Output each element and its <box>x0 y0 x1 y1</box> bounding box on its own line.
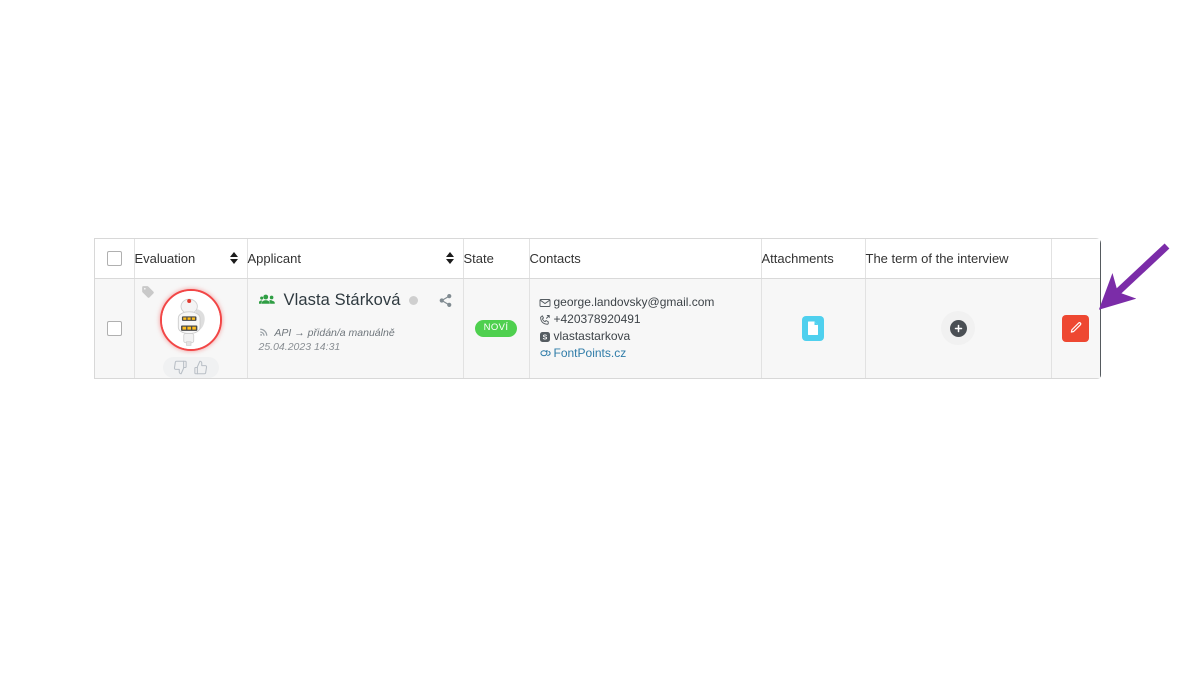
header-select-all <box>95 239 135 279</box>
header-term-label: The term of the interview <box>865 250 1009 266</box>
row-state-cell: NOVÍ <box>463 278 530 378</box>
applicant-source: API → přidán/a manuálně <box>274 326 395 339</box>
screen: Evaluation Applicant State Contacts Atta… <box>0 0 1200 678</box>
status-badge[interactable]: NOVÍ <box>474 320 518 337</box>
header-contacts-label: Contacts <box>529 250 581 266</box>
row-term-cell <box>865 278 1052 378</box>
svg-text:S: S <box>542 334 547 341</box>
header-row: Evaluation Applicant State Contacts Atta… <box>95 239 1100 279</box>
header-evaluation[interactable]: Evaluation <box>134 239 248 279</box>
mail-icon <box>539 297 554 309</box>
applicant-meta: API → přidán/a manuálně 25.04.2023 14:31 <box>259 326 453 354</box>
row-contacts-cell: george.landovsky@gmail.com +420378920491 <box>529 278 762 378</box>
row-attachments-cell <box>761 278 866 378</box>
edit-button[interactable] <box>1062 314 1090 342</box>
robot-avatar-image <box>161 290 220 349</box>
contact-phone-text[interactable]: +420378920491 <box>554 311 641 328</box>
applicant-date: 25.04.2023 14:31 <box>258 340 341 353</box>
contact-website-link[interactable]: FontPoints.cz <box>554 345 627 362</box>
thumbs-down-icon[interactable] <box>173 360 188 375</box>
header-applicant[interactable]: Applicant <box>247 239 464 279</box>
row-actions-cell <box>1051 278 1100 378</box>
row-select-cell <box>95 278 135 378</box>
skype-icon: S <box>539 331 554 343</box>
sort-evaluation-icon[interactable] <box>229 252 239 265</box>
file-icon[interactable] <box>802 315 824 341</box>
tag-icon[interactable] <box>141 285 155 301</box>
plus-icon <box>949 319 967 337</box>
header-state: State <box>463 239 530 279</box>
add-interview-term-button[interactable] <box>941 311 975 346</box>
select-all-checkbox[interactable] <box>106 251 122 267</box>
applicants-table: Evaluation Applicant State Contacts Atta… <box>94 238 1101 379</box>
rss-icon <box>259 327 272 339</box>
avatar[interactable] <box>159 288 222 351</box>
header-actions <box>1051 239 1100 279</box>
thumbs-up-icon[interactable] <box>193 360 208 375</box>
phone-icon <box>539 314 554 326</box>
status-dot <box>408 295 418 305</box>
applicant-name[interactable]: Vlasta Stárková <box>284 291 401 310</box>
applicant-source-line: API → přidán/a manuálně <box>259 326 453 340</box>
contact-skype: S vlastastarkova <box>539 328 751 345</box>
chat-icon <box>539 347 554 360</box>
contact-email: george.landovsky@gmail.com <box>539 294 751 311</box>
sort-applicant-icon[interactable] <box>445 252 455 265</box>
table-row: Vlasta Stárková API → přidán/a manuálně … <box>95 278 1100 378</box>
row-applicant-cell: Vlasta Stárková API → přidán/a manuálně … <box>247 278 464 378</box>
contact-skype-text[interactable]: vlastastarkova <box>554 328 631 345</box>
contact-website: FontPoints.cz <box>539 345 751 362</box>
row-evaluation-cell <box>134 278 248 378</box>
row-select-checkbox[interactable] <box>106 320 122 336</box>
users-icon <box>258 291 277 309</box>
contact-email-text[interactable]: george.landovsky@gmail.com <box>554 294 715 311</box>
header-term: The term of the interview <box>865 239 1052 279</box>
header-evaluation-label: Evaluation <box>134 250 196 266</box>
share-icon[interactable] <box>438 293 453 308</box>
table-header: Evaluation Applicant State Contacts Atta… <box>95 239 1100 279</box>
table-body: Vlasta Stárková API → přidán/a manuálně … <box>95 278 1100 378</box>
header-contacts: Contacts <box>529 239 762 279</box>
pencil-icon <box>1069 321 1083 335</box>
applicants-grid: Evaluation Applicant State Contacts Atta… <box>95 239 1100 378</box>
vote-buttons <box>162 356 219 378</box>
contact-phone: +420378920491 <box>539 311 751 328</box>
header-attachments-label: Attachments <box>761 250 834 266</box>
header-applicant-label: Applicant <box>247 250 301 266</box>
header-state-label: State <box>463 250 494 266</box>
header-attachments: Attachments <box>761 239 866 279</box>
